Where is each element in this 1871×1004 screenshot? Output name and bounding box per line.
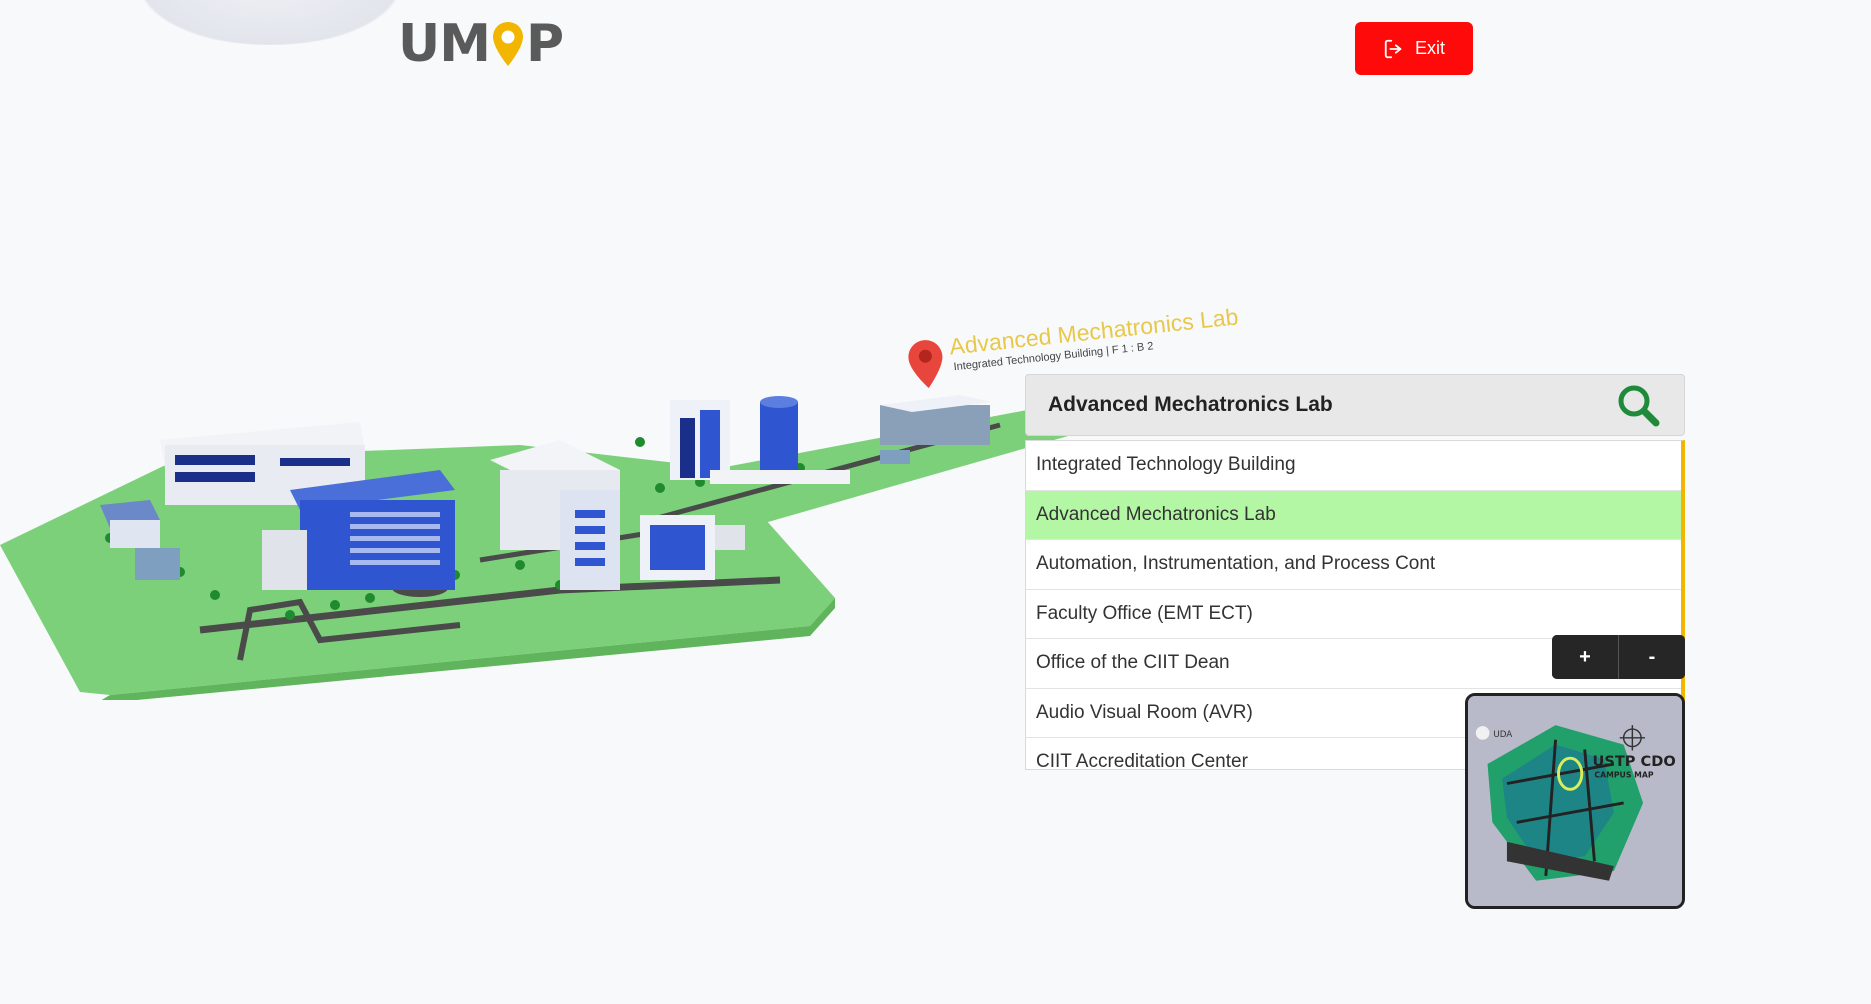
minimap-image: UDA USTP CDO CAMPUS MAP — [1468, 696, 1682, 906]
result-item-selected[interactable]: Advanced Mechatronics Lab — [1026, 490, 1681, 540]
result-item[interactable]: Faculty Office (EMT ECT) — [1026, 590, 1681, 639]
result-item[interactable]: Integrated Technology Building — [1026, 441, 1681, 491]
map-pin-icon — [908, 340, 943, 389]
campus-3d-map[interactable] — [0, 340, 1090, 700]
app-logo: UM P — [398, 14, 564, 74]
exit-label: Exit — [1414, 38, 1445, 58]
minimap-title: USTP CDO — [1593, 753, 1676, 770]
logo-text-right: P — [525, 14, 564, 74]
logo-text-left: UM — [398, 14, 491, 74]
search-icon[interactable] — [1614, 381, 1662, 429]
zoom-in-button[interactable]: + — [1552, 635, 1618, 679]
logo-pin-icon — [492, 22, 523, 66]
result-item[interactable]: Automation, Instrumentation, and Process… — [1026, 540, 1681, 590]
zoom-controls: + - — [1552, 635, 1685, 679]
minimap-brand: UDA — [1493, 730, 1512, 740]
search-bar — [1025, 374, 1685, 436]
campus-minimap[interactable]: UDA USTP CDO CAMPUS MAP — [1465, 693, 1685, 909]
zoom-out-button[interactable]: - — [1618, 635, 1685, 679]
search-input[interactable] — [1026, 375, 1614, 435]
exit-icon — [1384, 39, 1402, 58]
minimap-subtitle: CAMPUS MAP — [1594, 771, 1653, 780]
cloud-decoration — [140, 0, 400, 45]
exit-button[interactable]: Exit — [1355, 22, 1473, 75]
